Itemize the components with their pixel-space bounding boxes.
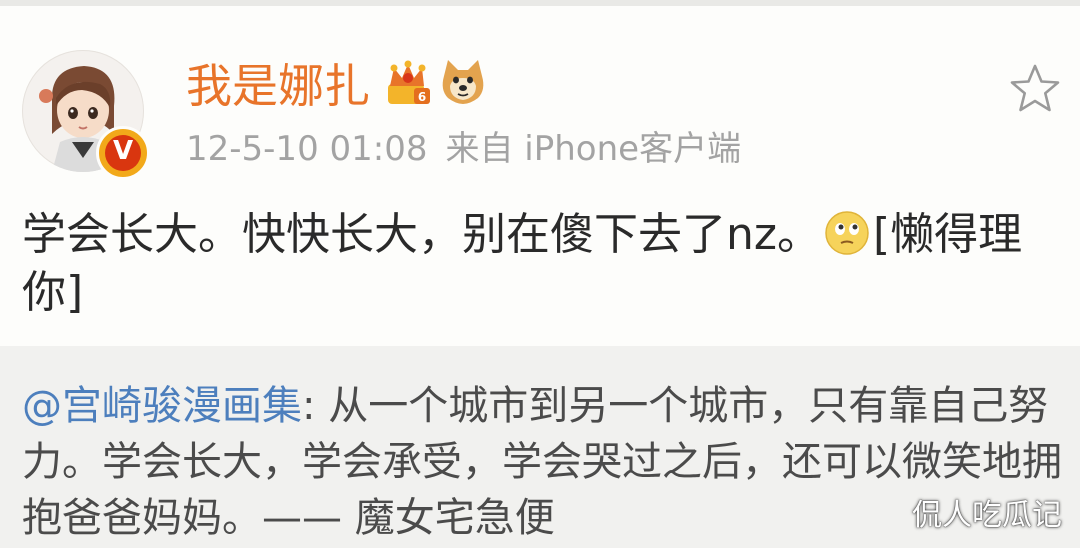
star-icon[interactable] <box>1008 62 1062 116</box>
vip-crown-icon[interactable]: 6 <box>384 58 434 108</box>
verified-badge-letter: V <box>112 136 134 166</box>
post-source[interactable]: 来自 iPhone客户端 <box>446 129 742 169</box>
username[interactable]: 我是娜扎 <box>186 56 370 116</box>
top-divider <box>0 0 1080 6</box>
watermark: 侃人吃瓜记 <box>912 498 1062 533</box>
verified-v-badge-icon: V <box>96 126 150 180</box>
doge-icon <box>442 60 484 104</box>
post-body: 学会长大。快快长大，别在傻下去了nz。 [懒得理你] <box>22 206 1062 322</box>
svg-text:6: 6 <box>418 90 426 104</box>
thinking-emoji-icon <box>825 211 869 255</box>
post-meta: 12-5-10 01:08 来自 iPhone客户端 <box>186 126 741 172</box>
repost-body: @宫崎骏漫画集: 从一个城市到另一个城市，只有靠自己努力。学会长大，学会承受，学… <box>22 378 1062 546</box>
timestamp: 12-5-10 01:08 <box>186 129 428 169</box>
repost-mention-link[interactable]: @宫崎骏漫画集 <box>22 383 302 429</box>
post-text-main: 学会长大。快快长大，别在傻下去了nz。 <box>22 209 821 260</box>
